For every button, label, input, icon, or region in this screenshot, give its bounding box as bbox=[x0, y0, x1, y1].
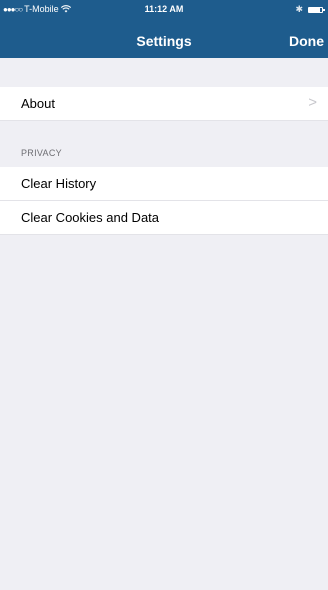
section-header-label: PRIVACY bbox=[21, 148, 62, 158]
settings-item-label: About bbox=[21, 96, 55, 111]
status-time: 11:12 AM bbox=[144, 4, 184, 14]
settings-list: About > PRIVACY Clear History Clear Cook… bbox=[0, 58, 328, 235]
settings-item-label: Clear Cookies and Data bbox=[21, 210, 160, 225]
status-right: ✱ bbox=[295, 4, 325, 15]
navigation-header: ●●●○○ T-Mobile 11:12 AM ✱ Settings Done bbox=[0, 0, 328, 58]
battery-fill bbox=[309, 7, 321, 12]
done-button[interactable]: Done bbox=[289, 33, 324, 49]
chevron-right-icon: > bbox=[308, 94, 317, 111]
settings-item-clear-history[interactable]: Clear History bbox=[0, 167, 328, 201]
top-spacer bbox=[0, 58, 328, 87]
settings-item-label: Clear History bbox=[21, 176, 97, 191]
status-bar: ●●●○○ T-Mobile 11:12 AM ✱ bbox=[0, 0, 328, 20]
settings-item-about[interactable]: About > bbox=[0, 87, 328, 121]
section-header-privacy: PRIVACY bbox=[0, 143, 328, 167]
settings-item-clear-cookies[interactable]: Clear Cookies and Data bbox=[0, 201, 328, 235]
bluetooth-icon: ✱ bbox=[295, 4, 303, 14]
battery-tip bbox=[323, 8, 325, 11]
page-title: Settings bbox=[136, 33, 192, 49]
battery-icon bbox=[308, 6, 325, 13]
